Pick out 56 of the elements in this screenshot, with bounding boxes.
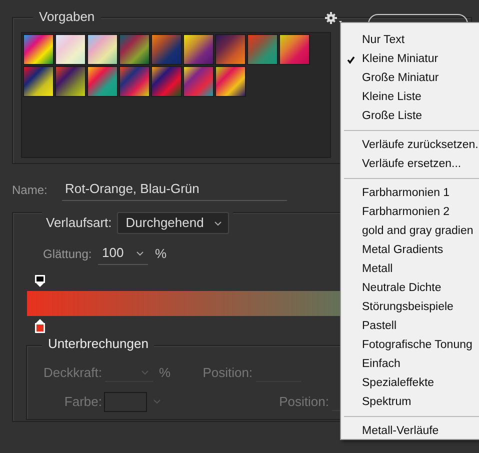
menu-item[interactable]: Nur Text xyxy=(341,31,479,50)
gradient-swatch[interactable] xyxy=(151,34,182,65)
color-stop[interactable] xyxy=(34,319,46,333)
menu-item[interactable]: Farbharmonien 1 xyxy=(341,184,479,203)
gradient-swatch[interactable] xyxy=(23,66,54,97)
color-swatch[interactable] xyxy=(104,392,147,412)
menu-item[interactable]: Spezialeffekte xyxy=(341,374,479,393)
gradient-swatch[interactable] xyxy=(279,34,310,65)
menu-item[interactable]: Große Miniatur xyxy=(341,69,479,88)
gradient-swatch[interactable] xyxy=(87,66,118,97)
gear-icon[interactable] xyxy=(325,12,343,24)
menu-item[interactable]: Kleine Liste xyxy=(341,88,479,107)
gradient-swatch[interactable] xyxy=(247,34,278,65)
color-label: Farbe: xyxy=(63,394,102,410)
gradient-swatch[interactable] xyxy=(23,34,54,65)
chevron-icon[interactable] xyxy=(214,220,222,226)
gradient-swatch[interactable] xyxy=(55,66,86,97)
chevron-icon[interactable] xyxy=(136,250,144,256)
position-label: Position: xyxy=(278,394,329,410)
gradient-swatch[interactable] xyxy=(215,34,246,65)
percent-label: % xyxy=(155,246,167,262)
menu-item[interactable]: Einfach xyxy=(341,355,479,374)
menu-item[interactable]: Metall xyxy=(341,260,479,279)
percent-label: % xyxy=(159,364,171,380)
opacity-stop[interactable] xyxy=(34,274,46,288)
gradient-swatch[interactable] xyxy=(215,66,246,97)
menu-item[interactable]: Pastell xyxy=(341,317,479,336)
name-field[interactable]: Rot-Orange, Blau-Grün xyxy=(62,179,287,201)
menu-item[interactable]: Verläufe ersetzen... xyxy=(341,155,479,174)
stops-title: Unterbrechungen xyxy=(42,336,154,352)
menu-item[interactable]: Verläufe zurücksetzen. xyxy=(341,136,479,155)
smoothing-field[interactable]: 100 xyxy=(98,243,148,265)
gradient-swatch[interactable] xyxy=(183,34,214,65)
smoothing-label: Glättung: xyxy=(43,246,93,262)
gradient-swatch[interactable] xyxy=(87,34,118,65)
gradient-swatch[interactable] xyxy=(55,34,86,65)
position-label: Position: xyxy=(202,364,253,380)
gradient-swatch[interactable] xyxy=(119,66,150,97)
gradient-swatch[interactable] xyxy=(119,34,150,65)
menu-item[interactable]: Große Liste xyxy=(341,107,479,126)
menu-item[interactable]: Metall-Verläufe xyxy=(341,422,479,441)
menu-item[interactable]: Fotografische Tonung xyxy=(341,336,479,355)
gradient-swatch[interactable] xyxy=(183,66,214,97)
menu-item[interactable]: Störungsbeispiele xyxy=(341,298,479,317)
menu-item[interactable]: Neutrale Dichte xyxy=(341,279,479,298)
gradient-type-dropdown[interactable]: Durchgehend xyxy=(116,212,229,234)
name-label: Name: xyxy=(12,182,48,198)
opacity-label: Deckkraft: xyxy=(42,364,102,380)
gradient-swatch[interactable] xyxy=(151,66,182,97)
menu-item[interactable]: Farbharmonien 2 xyxy=(341,203,479,222)
presets-title: Vorgaben xyxy=(33,9,101,25)
menu-item[interactable]: Metal Gradients xyxy=(341,241,479,260)
menu-item[interactable]: gold and gray gradien xyxy=(341,222,479,241)
menu-item[interactable]: Spektrum xyxy=(341,393,479,412)
gradient-type-label: Verlaufsart: xyxy=(46,215,112,231)
menu-item[interactable]: Kleine Miniatur xyxy=(341,50,479,69)
